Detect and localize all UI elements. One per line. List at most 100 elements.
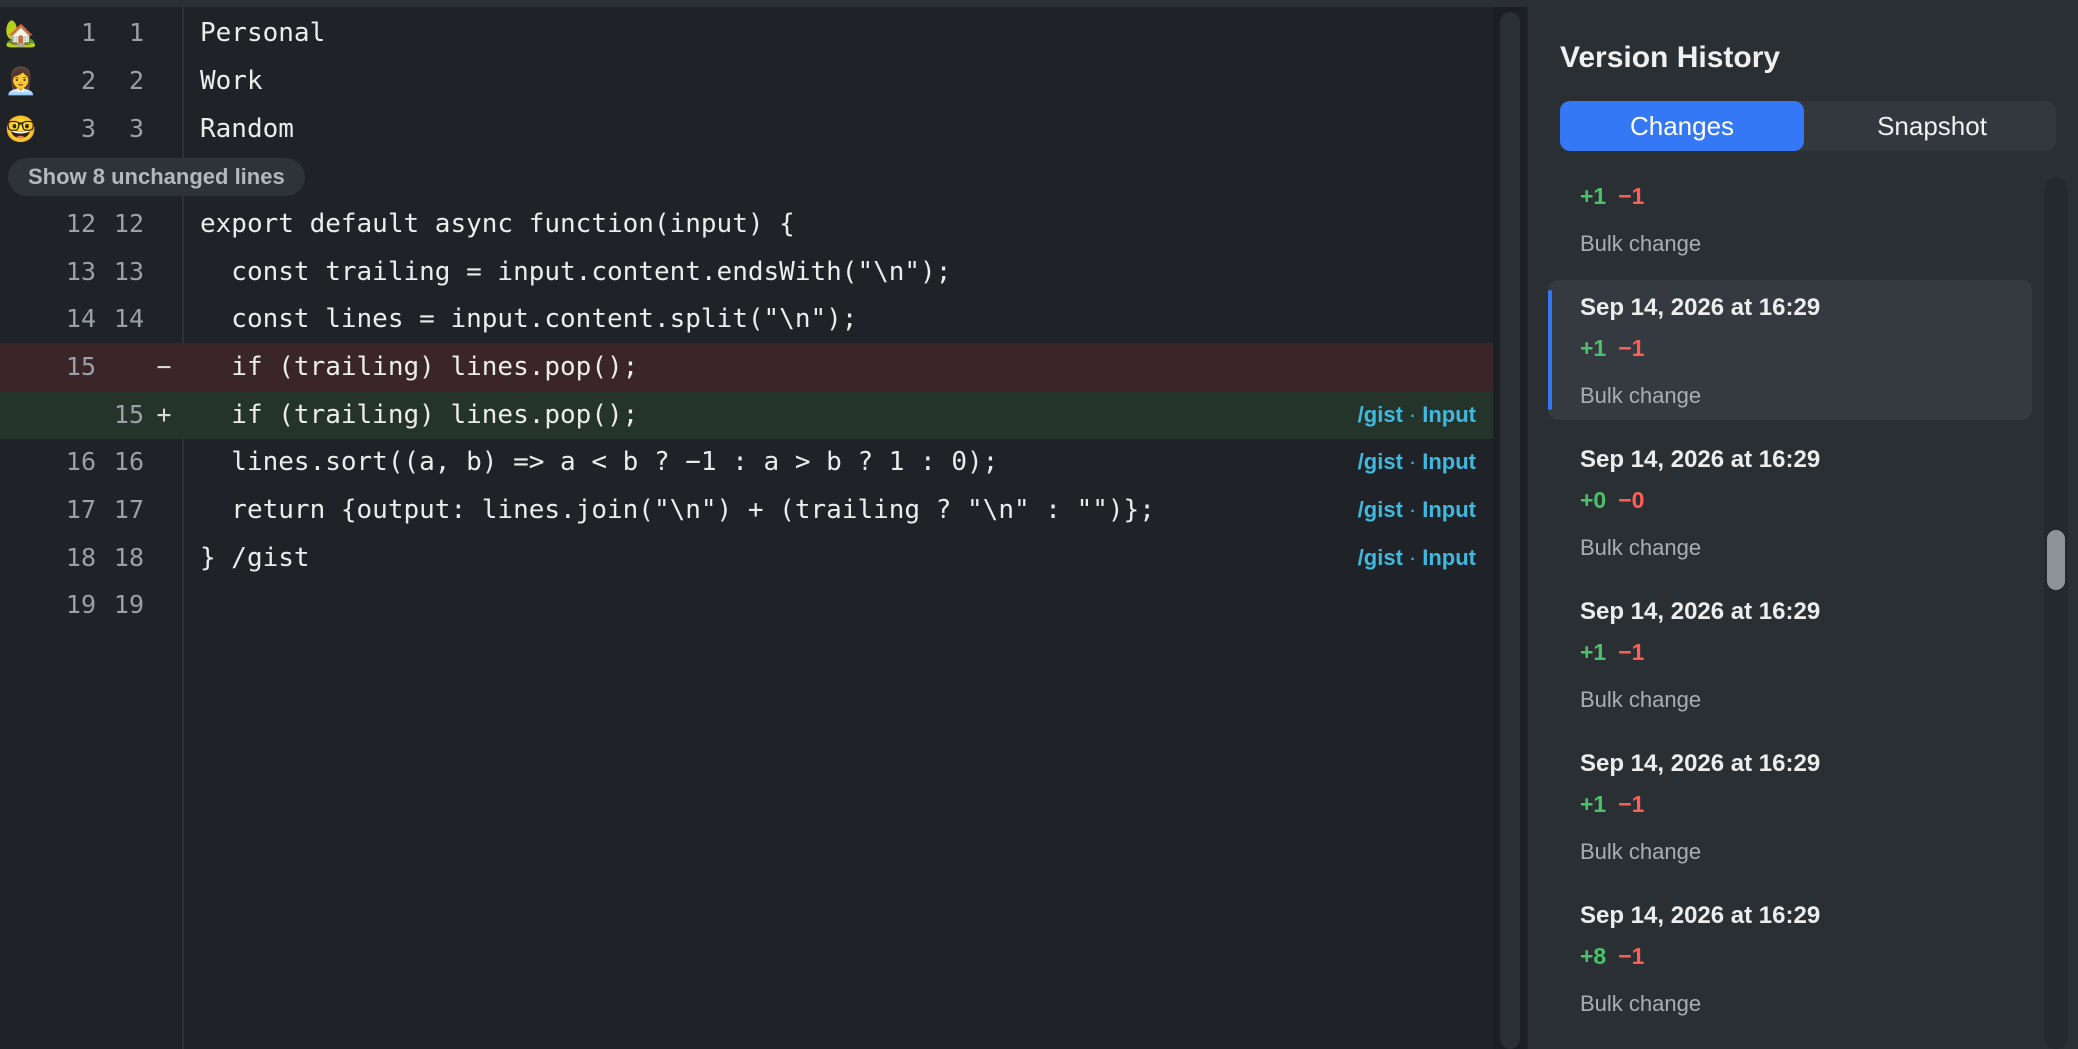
- deletions-count: −1: [1618, 335, 1645, 361]
- additions-count: +8: [1580, 943, 1607, 969]
- code-text: Work: [200, 66, 263, 96]
- history-entry[interactable]: Sep 14, 2026 at 16:29 +8 −1 Bulk change: [1548, 888, 2032, 1028]
- old-line-number: 15: [65, 352, 96, 381]
- input-tag: Input: [1422, 449, 1476, 474]
- code-line: 12 12 export default async function(input)…: [0, 200, 1493, 248]
- code-line: 18 18 } /gist/gist · Input: [0, 534, 1493, 582]
- change-counts: +1 −1: [1580, 335, 1644, 362]
- diff-marker: [150, 438, 178, 486]
- change-counts: +0 −0: [1580, 487, 1644, 514]
- additions-count: +1: [1580, 183, 1607, 209]
- code-text: const lines = input.content.split("\n");: [200, 304, 858, 334]
- entry-timestamp: Sep 14, 2026 at 16:29: [1580, 598, 1821, 625]
- new-line-number: 17: [113, 495, 144, 524]
- new-line-number: 1: [128, 18, 144, 47]
- additions-count: +1: [1580, 791, 1607, 817]
- entry-timestamp: Sep 14, 2026 at 16:29: [1580, 902, 1821, 929]
- diff-marker: [150, 295, 178, 343]
- new-line-number: 2: [128, 66, 144, 95]
- code-text: lines.sort((a, b) => a < b ? −1 : a > b …: [200, 447, 999, 477]
- code-text: const trailing = input.content.endsWith(…: [200, 257, 952, 287]
- code-line: 19 19: [0, 581, 1493, 629]
- deletions-count: −0: [1618, 487, 1645, 513]
- diff-marker: [150, 534, 178, 582]
- separator-dot: ·: [1408, 449, 1417, 474]
- history-entry[interactable]: Sep 14, 2026 at 16:29 +0 −0 Bulk change: [1548, 432, 2032, 572]
- old-line-number: 1: [80, 18, 96, 47]
- gist-path: /gist: [1357, 545, 1403, 570]
- deleted-line: 15 − if (trailing) lines.pop();: [0, 343, 1493, 391]
- selection-indicator: [1548, 290, 1552, 410]
- entry-timestamp: Sep 14, 2026 at 16:29: [1580, 750, 1821, 777]
- new-line-number: 3: [128, 114, 144, 143]
- plus-marker: +: [156, 400, 172, 429]
- old-line-number: 13: [65, 257, 96, 286]
- input-tag: Input: [1422, 402, 1476, 427]
- additions-count: +1: [1580, 335, 1607, 361]
- code-line: 👩‍💼 2 2 Work: [0, 57, 1493, 105]
- entry-timestamp: Sep 14, 2026 at 16:29: [1580, 446, 1821, 473]
- line-emoji-icon: 🏡: [4, 18, 38, 48]
- separator-dot: ·: [1408, 402, 1417, 427]
- new-line-number: 15: [113, 400, 144, 429]
- gist-input-link[interactable]: /gist · Input: [1358, 391, 1476, 439]
- code-line: 13 13 const trailing = input.content.ends…: [0, 248, 1493, 296]
- new-line-number: 13: [113, 257, 144, 286]
- code-text: } /gist: [200, 543, 310, 573]
- old-line-number: 19: [65, 590, 96, 619]
- diff-marker: [150, 57, 178, 105]
- added-line: 15 + if (trailing) lines.pop(); /gist · Inpu…: [0, 391, 1493, 439]
- change-counts: +8 −1: [1580, 943, 1644, 970]
- separator-dot: ·: [1408, 497, 1417, 522]
- tab-changes[interactable]: Changes: [1560, 101, 1804, 151]
- diff-marker: [150, 581, 178, 629]
- tab-snapshot[interactable]: Snapshot: [1808, 101, 2056, 151]
- history-entry[interactable]: +1 −1 Bulk change: [1548, 162, 2032, 268]
- old-line-number: 2: [80, 66, 96, 95]
- history-entry[interactable]: Sep 14, 2026 at 16:29 +1 −1 Bulk change: [1548, 280, 2032, 420]
- code-line: 🤓 3 3 Random: [0, 105, 1493, 153]
- old-line-number: 17: [65, 495, 96, 524]
- code-line: 🏡 1 1 Personal: [0, 9, 1493, 57]
- version-list[interactable]: Sep 14, 2026 at 16:29+1−1Bulk changeSep …: [1528, 162, 2038, 1049]
- code-line: 14 14 const lines = input.content.split("…: [0, 295, 1493, 343]
- entry-timestamp: Sep 14, 2026 at 16:29: [1580, 294, 1821, 321]
- diff-marker: [150, 248, 178, 296]
- code-text: export default async function(input) {: [200, 209, 795, 239]
- additions-count: +0: [1580, 487, 1607, 513]
- gist-input-link[interactable]: /gist · Input: [1358, 486, 1476, 534]
- new-line-number: 16: [113, 447, 144, 476]
- old-line-number: 18: [65, 543, 96, 572]
- new-line-number: 12: [113, 209, 144, 238]
- diff-editor: 🏡 1 1 Personal 👩‍💼 2 2 Work 🤓 3 3 Random 12 12 export …: [0, 7, 1493, 1049]
- gist-input-link[interactable]: /gist · Input: [1358, 438, 1476, 486]
- gist-path: /gist: [1357, 449, 1403, 474]
- history-scrollbar-track[interactable]: [2044, 178, 2068, 1049]
- entry-description: Bulk change: [1580, 839, 1702, 864]
- entry-description: Bulk change: [1580, 231, 1702, 256]
- old-line-number: 16: [65, 447, 96, 476]
- editor-scrollbar-thumb[interactable]: [1500, 12, 1520, 1049]
- code-text: if (trailing) lines.pop();: [200, 352, 639, 382]
- diff-marker: [150, 9, 178, 57]
- change-counts: +1 −1: [1580, 183, 1644, 210]
- version-history-panel: Version History Changes Snapshot Sep 14,…: [1528, 7, 2078, 1049]
- gist-path: /gist: [1357, 402, 1403, 427]
- new-line-number: [96, 343, 144, 391]
- old-line-number: 14: [65, 304, 96, 333]
- entry-description: Bulk change: [1580, 535, 1702, 560]
- input-tag: Input: [1422, 497, 1476, 522]
- history-scrollbar-thumb[interactable]: [2047, 530, 2065, 590]
- code-text: Random: [200, 114, 294, 144]
- gist-input-link[interactable]: /gist · Input: [1358, 534, 1476, 582]
- history-entry[interactable]: Sep 14, 2026 at 16:29 +1 −1 Bulk change: [1548, 584, 2032, 724]
- minus-marker: −: [156, 352, 172, 381]
- show-unchanged-lines-button[interactable]: Show 8 unchanged lines: [8, 158, 305, 196]
- window-top-border: [0, 0, 2078, 7]
- code-text: return {output: lines.join("\n") + (trai…: [200, 495, 1155, 525]
- code-text: Personal: [200, 18, 326, 48]
- history-entry[interactable]: Sep 14, 2026 at 16:29 +1 −1 Bulk change: [1548, 736, 2032, 876]
- diff-marker: [150, 200, 178, 248]
- separator-dot: ·: [1408, 545, 1417, 570]
- new-line-number: 18: [113, 543, 144, 572]
